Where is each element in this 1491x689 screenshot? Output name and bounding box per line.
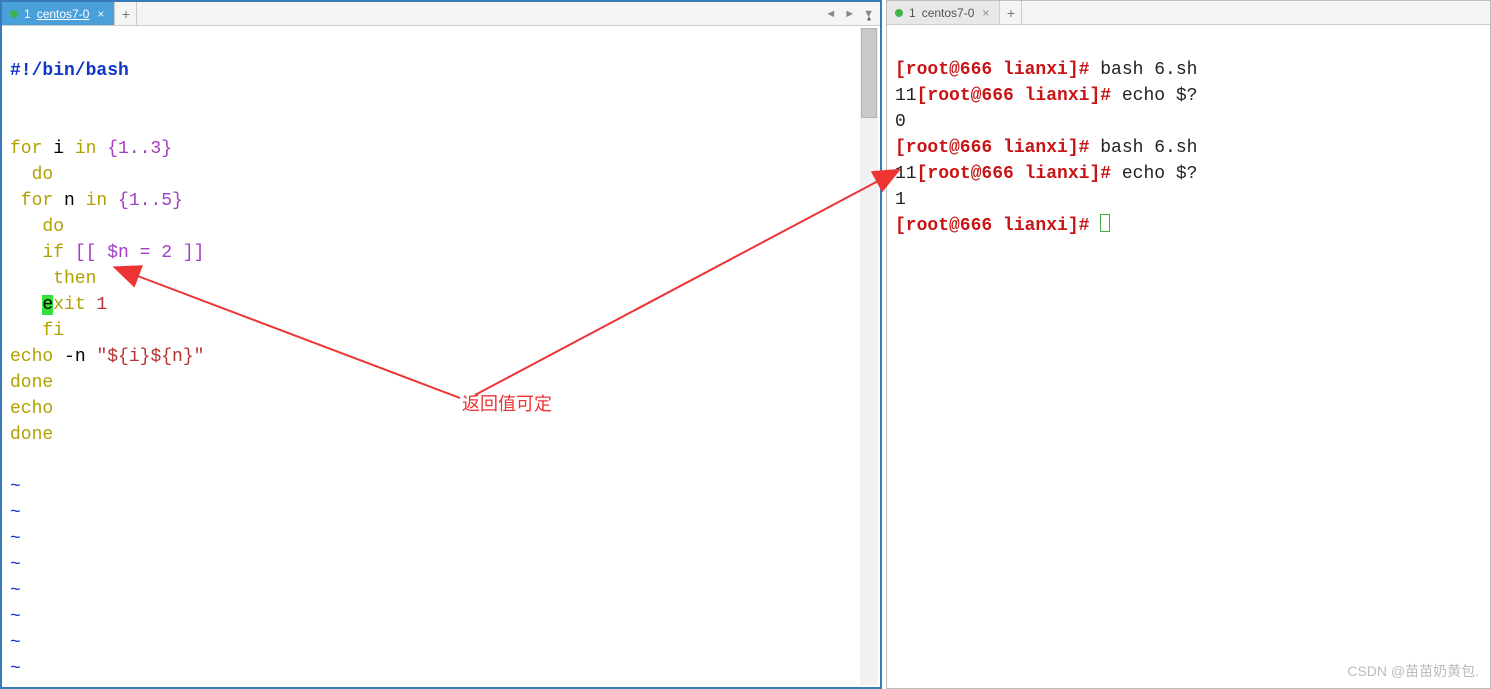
code-pad [10, 295, 42, 315]
terminal-content[interactable]: [root@666 lianxi]# bash 6.sh 11[root@666… [887, 25, 1490, 688]
code-do: do [10, 165, 53, 185]
add-tab-button[interactable]: + [115, 2, 137, 25]
code-exitnum: 1 [86, 295, 108, 315]
cmd: bash 6.sh [1089, 60, 1197, 80]
tab-prev-icon[interactable]: ◄ [823, 8, 838, 20]
code-then: then [10, 269, 96, 289]
tab-bar-right: 1 centos7-0 × + [887, 1, 1490, 25]
prompt: [root@666 lianxi]# [917, 164, 1111, 184]
code-done: done [10, 425, 53, 445]
close-icon[interactable]: × [980, 6, 991, 20]
code-if: if [10, 243, 64, 263]
add-tab-button[interactable]: + [1000, 1, 1022, 24]
vim-tilde: ~ [10, 477, 21, 497]
tab-title: centos7-0 [922, 6, 975, 20]
code-cond: [[ $n = 2 ]] [64, 243, 204, 263]
code-in: in [86, 191, 108, 211]
code-for: for [10, 139, 42, 159]
code-var: i [42, 139, 74, 159]
terminal-cursor [1100, 214, 1110, 232]
scrollbar-thumb[interactable] [861, 28, 877, 118]
status-dot-icon [10, 10, 18, 18]
code-flag: -n [53, 347, 96, 367]
code-in: in [75, 139, 97, 159]
terminal-pane: 1 centos7-0 × + [root@666 lianxi]# bash … [886, 0, 1491, 689]
vim-tilde: ~ [10, 555, 21, 575]
prompt: [root@666 lianxi]# [895, 138, 1089, 158]
prompt: [root@666 lianxi]# [917, 86, 1111, 106]
status-dot-icon [895, 9, 903, 17]
code-shebang: #!/bin/bash [10, 61, 129, 81]
code-for: for [10, 191, 53, 211]
prompt: [root@666 lianxi]# [895, 60, 1089, 80]
code-range: {1..3} [96, 139, 172, 159]
cmd: echo $? [1111, 86, 1197, 106]
cursor-highlight: e [42, 295, 53, 315]
tab-left-active[interactable]: 1 centos7-0 × [2, 2, 115, 25]
tab-bar-left: 1 centos7-0 × + ◄ ► ▼ [2, 2, 880, 26]
code-range: {1..5} [107, 191, 183, 211]
scrollbar-vertical[interactable]: ▴ [860, 28, 878, 685]
scroll-up-icon[interactable]: ▴ [860, 10, 878, 28]
vim-tilde: ~ [10, 607, 21, 627]
vim-tilde: ~ [10, 633, 21, 653]
tab-index: 1 [24, 7, 31, 21]
code-var: n [53, 191, 85, 211]
code-str: "${i}${n}" [96, 347, 204, 367]
vim-tilde: ~ [10, 685, 21, 687]
code-echo: echo [10, 399, 53, 419]
vim-tilde: ~ [10, 659, 21, 679]
vim-tilde: ~ [10, 503, 21, 523]
tab-index: 1 [909, 6, 916, 20]
prompt: [root@666 lianxi]# [895, 216, 1089, 236]
vim-tilde: ~ [10, 529, 21, 549]
tab-title: centos7-0 [37, 7, 90, 21]
cmd: echo $? [1111, 164, 1197, 184]
code-done: done [10, 373, 53, 393]
code-do: do [10, 217, 64, 237]
vim-tilde: ~ [10, 581, 21, 601]
output: 11 [895, 164, 917, 184]
output: 1 [895, 190, 906, 210]
tab-next-icon[interactable]: ► [842, 8, 857, 20]
code-exit: xit [53, 295, 85, 315]
code-echo: echo [10, 347, 53, 367]
tab-right[interactable]: 1 centos7-0 × [887, 1, 1000, 24]
output: 0 [895, 112, 906, 132]
cmd: bash 6.sh [1089, 138, 1197, 158]
code-fi: fi [10, 321, 64, 341]
close-icon[interactable]: × [95, 7, 106, 21]
editor-pane: 1 centos7-0 × + ◄ ► ▼ #!/bin/bash for i … [0, 0, 882, 689]
editor-content[interactable]: #!/bin/bash for i in {1..3} do for n in … [2, 26, 880, 687]
output: 11 [895, 86, 917, 106]
